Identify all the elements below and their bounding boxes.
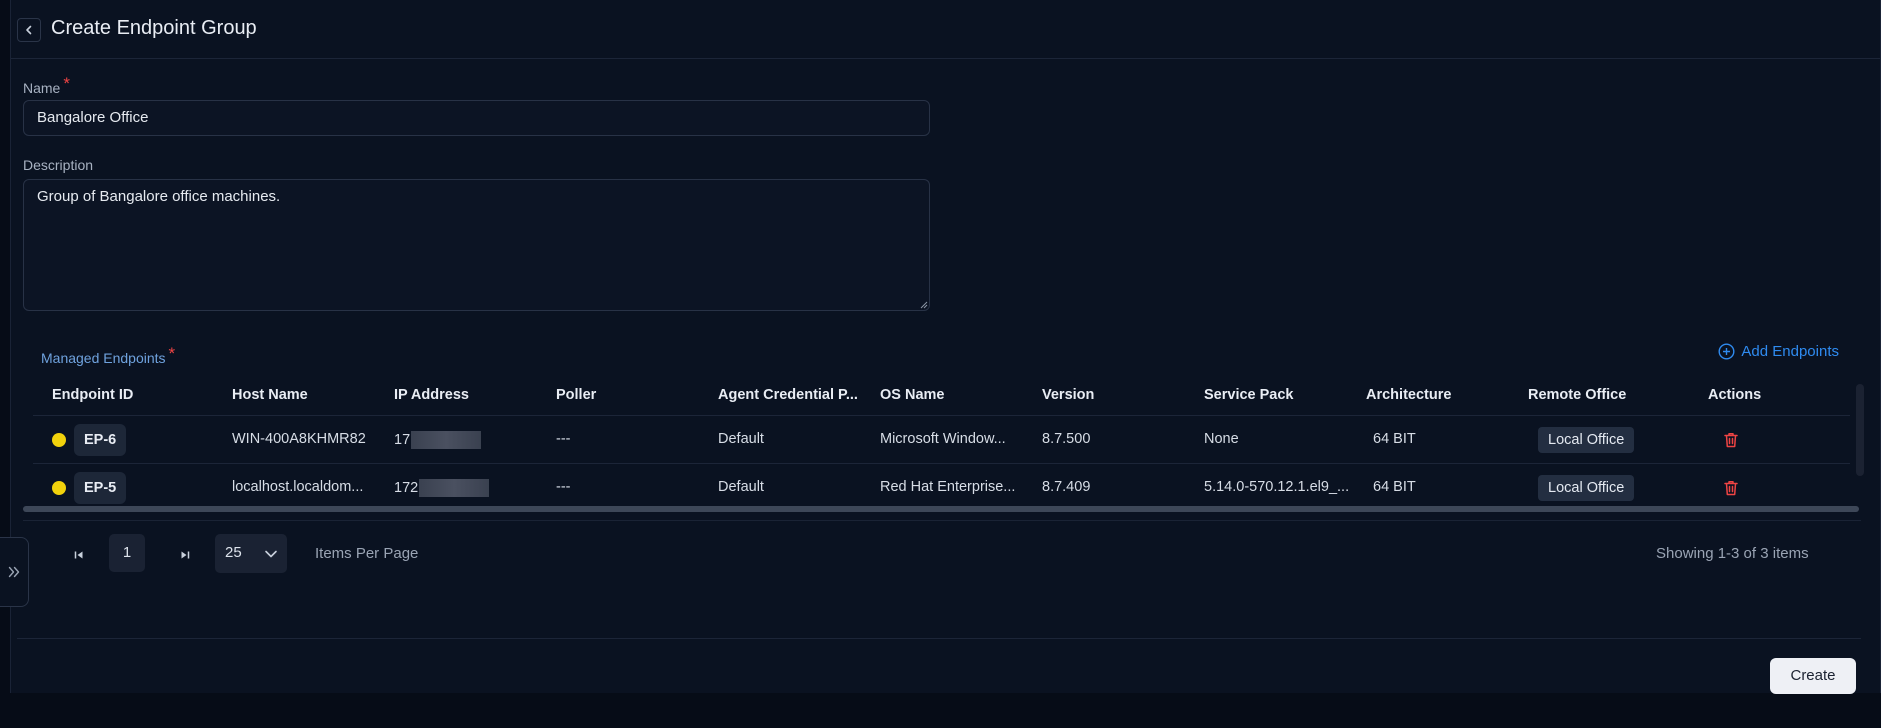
col-architecture[interactable]: Architecture (1366, 387, 1451, 403)
ip-address-prefix: 17 (394, 432, 411, 448)
managed-endpoints-label: Managed Endpoints * (41, 344, 175, 368)
col-host-name[interactable]: Host Name (232, 387, 308, 403)
architecture-cell: 64 BIT (1373, 431, 1416, 447)
host-name-cell: WIN-400A8KHMR82 (232, 431, 366, 447)
horizontal-scrollbar[interactable] (23, 506, 1859, 512)
description-textarea[interactable]: Group of Bangalore office machines. (23, 179, 930, 311)
chevron-left-icon (26, 25, 32, 35)
col-os-name[interactable]: OS Name (880, 387, 944, 403)
first-page-icon (74, 551, 83, 559)
sidebar-expand-toggle[interactable] (0, 537, 29, 607)
host-name-cell: localhost.localdom... (232, 479, 364, 495)
page-number-button[interactable]: 1 (109, 534, 145, 572)
managed-endpoints-text: Managed Endpoints (41, 350, 166, 366)
back-button[interactable] (17, 18, 41, 42)
plus-circle-icon (1718, 343, 1735, 360)
add-endpoints-button[interactable]: Add Endpoints (1718, 343, 1839, 360)
table-row[interactable]: EP-6 WIN-400A8KHMR82 17 --- Default Micr… (33, 416, 1850, 464)
col-service-pack[interactable]: Service Pack (1204, 387, 1294, 403)
vertical-scrollbar[interactable] (1856, 384, 1864, 476)
os-name-cell: Microsoft Window... (880, 431, 1006, 447)
items-per-page-select[interactable]: 25 (215, 534, 287, 573)
description-label: Description (23, 157, 94, 173)
ip-address-cell: 172 (394, 479, 490, 497)
service-pack-cell: 5.14.0-570.12.1.el9_... (1204, 479, 1350, 495)
double-chevron-right-icon (8, 566, 20, 578)
trash-icon[interactable] (1721, 478, 1741, 498)
remote-office-chip: Local Office (1538, 427, 1635, 453)
version-cell: 8.7.500 (1042, 431, 1091, 447)
remote-office-chip: Local Office (1538, 475, 1635, 501)
col-poller[interactable]: Poller (556, 387, 596, 403)
col-remote-office[interactable]: Remote Office (1528, 387, 1626, 403)
col-ip-address[interactable]: IP Address (394, 387, 469, 403)
agent-credential-cell: Default (718, 431, 764, 447)
col-actions: Actions (1708, 387, 1762, 403)
redacted-mask (411, 431, 482, 449)
create-endpoint-group-panel: Create Endpoint Group Name * Bangalore Of… (10, 0, 1881, 694)
redacted-mask (419, 479, 490, 497)
os-name-cell: Red Hat Enterprise... (880, 479, 1016, 495)
endpoints-table: Endpoint ID Host Name IP Address Poller … (33, 378, 1850, 512)
last-page-icon (181, 551, 190, 559)
endpoint-id-chip[interactable]: EP-5 (74, 472, 127, 504)
first-page-button[interactable] (67, 545, 91, 565)
col-agent-credential[interactable]: Agent Credential P... (718, 387, 858, 403)
required-marker: * (168, 344, 176, 363)
name-input[interactable]: Bangalore Office (23, 100, 930, 136)
divider (17, 638, 1861, 639)
service-pack-cell: None (1204, 431, 1239, 447)
architecture-cell: 64 BIT (1373, 479, 1416, 495)
trash-icon[interactable] (1721, 430, 1741, 450)
table-row[interactable]: EP-5 localhost.localdom... 172 --- Defau… (33, 464, 1850, 512)
description-text: Group of Bangalore office machines. (37, 188, 281, 205)
add-endpoints-label: Add Endpoints (1741, 343, 1839, 360)
endpoint-id-chip[interactable]: EP-6 (74, 424, 127, 456)
resize-grip-icon[interactable] (918, 299, 928, 309)
poller-cell: --- (556, 431, 571, 447)
agent-credential-cell: Default (718, 479, 764, 495)
name-label: Name * (23, 74, 70, 98)
create-button[interactable]: Create (1770, 658, 1856, 694)
items-per-page-label: Items Per Page (315, 545, 419, 562)
page-title: Create Endpoint Group (51, 17, 257, 39)
page-header: Create Endpoint Group (11, 0, 1880, 59)
ip-address-prefix: 172 (394, 480, 419, 496)
last-page-button[interactable] (173, 545, 197, 565)
status-dot (52, 481, 66, 495)
version-cell: 8.7.409 (1042, 479, 1091, 495)
name-label-text: Name (23, 80, 61, 96)
divider (23, 520, 1861, 521)
pagination-summary: Showing 1-3 of 3 items (1656, 545, 1809, 562)
per-page-value: 25 (225, 544, 242, 561)
ip-address-cell: 17 (394, 431, 482, 449)
chevron-down-icon (265, 550, 277, 558)
col-endpoint-id[interactable]: Endpoint ID (52, 387, 133, 403)
poller-cell: --- (556, 479, 571, 495)
required-marker: * (63, 74, 70, 93)
table-header: Endpoint ID Host Name IP Address Poller … (33, 378, 1850, 416)
col-version[interactable]: Version (1042, 387, 1094, 403)
status-dot (52, 433, 66, 447)
